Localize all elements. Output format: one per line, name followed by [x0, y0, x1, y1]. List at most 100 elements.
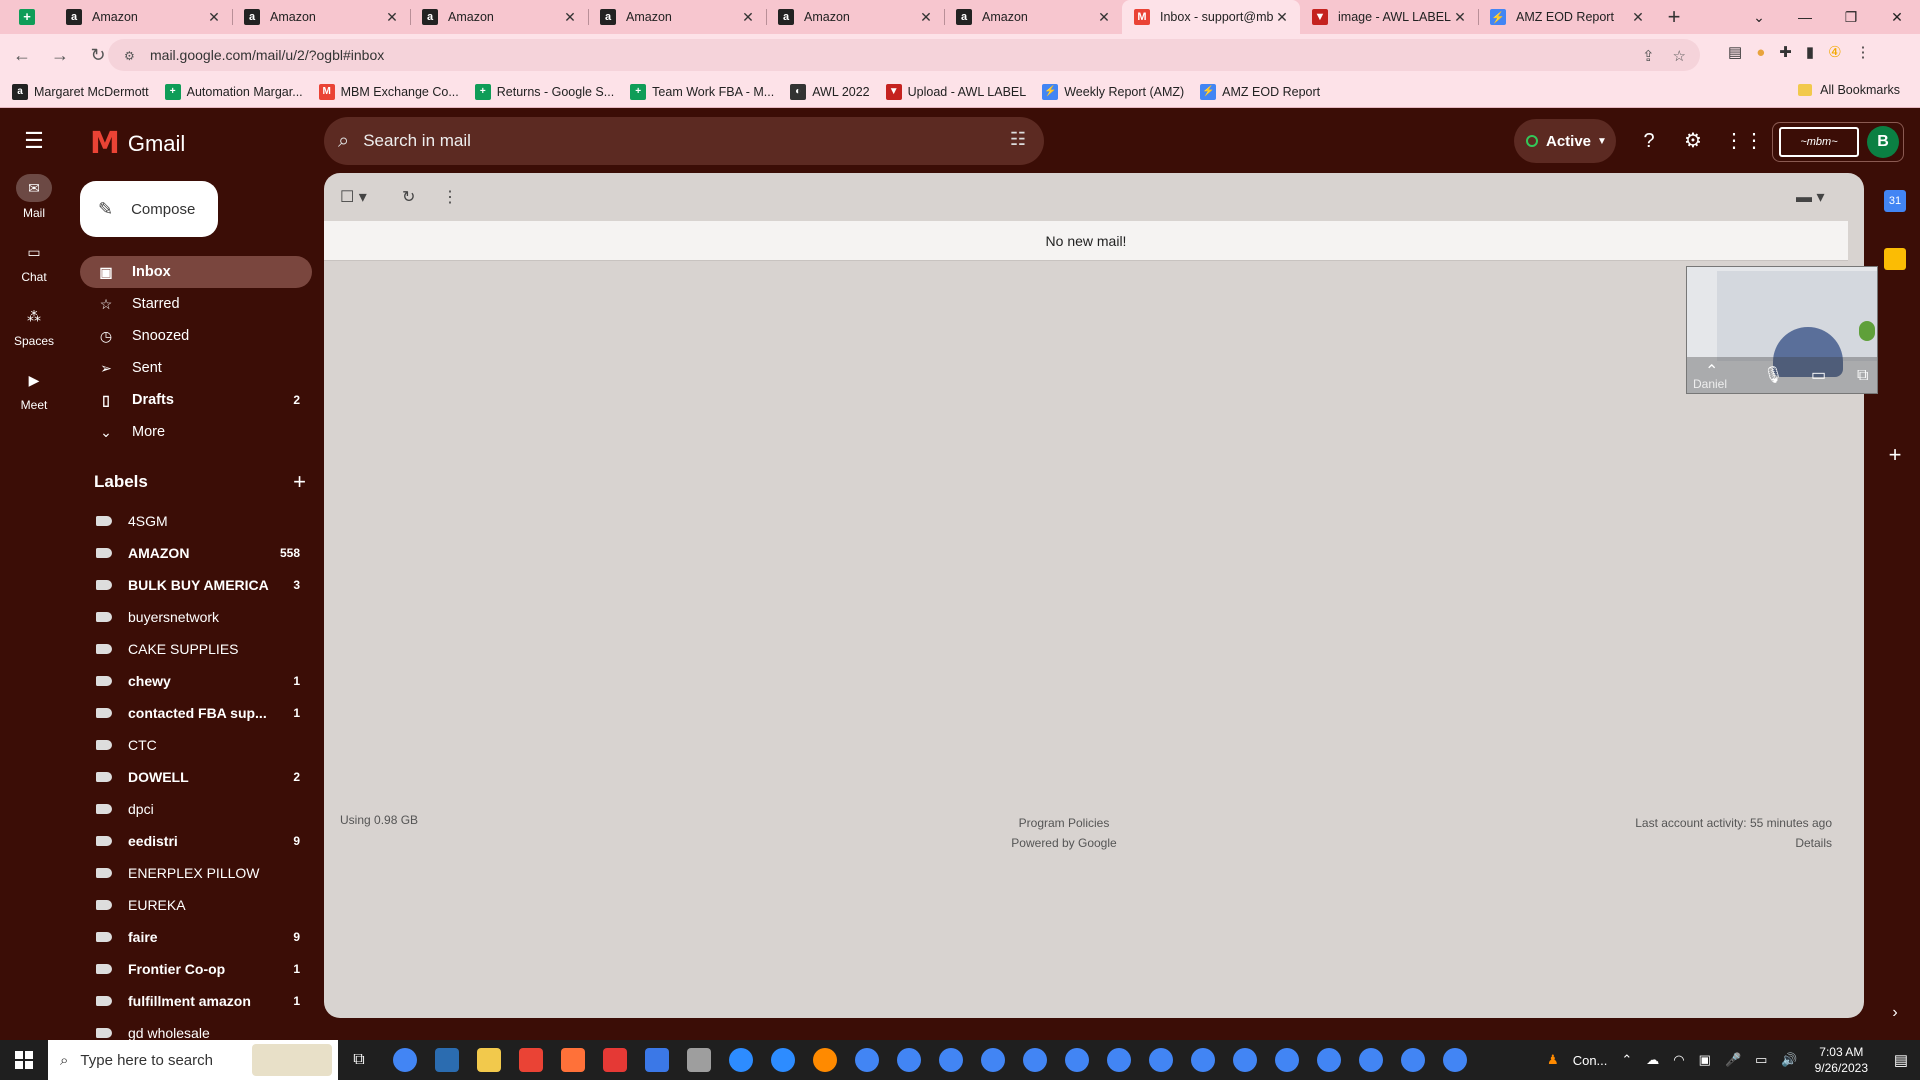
more-actions-icon[interactable]: ⋮ — [442, 187, 458, 207]
camera-off-icon[interactable]: ▭ — [1811, 365, 1826, 385]
bookmark-item[interactable]: ⚡ Weekly Report (AMZ) — [1042, 83, 1184, 100]
select-checkbox[interactable]: ☐ ▾ — [340, 187, 367, 207]
browser-tab[interactable]: a Amazon ✕ — [766, 0, 944, 34]
bookmark-item[interactable]: M MBM Exchange Co... — [318, 83, 459, 100]
taskbar-app-icon[interactable] — [468, 1040, 510, 1080]
taskbar-app-icon[interactable] — [1434, 1040, 1476, 1080]
taskbar-app-icon[interactable] — [1392, 1040, 1434, 1080]
bookmark-star-icon[interactable]: ☆ — [1673, 47, 1686, 65]
network-icon[interactable]: ☁ — [1646, 1052, 1659, 1068]
rail-item-spaces[interactable]: ⁂ Spaces — [0, 302, 68, 349]
compose-button[interactable]: ✎ Compose — [80, 181, 218, 237]
tab-close-icon[interactable]: ✕ — [562, 9, 578, 26]
create-label-icon[interactable]: + — [293, 469, 306, 495]
calendar-icon[interactable]: 31 — [1884, 190, 1906, 212]
share-icon[interactable]: ⇪ — [1642, 47, 1655, 65]
bookmark-item[interactable]: ⚡ AMZ EOD Report — [1200, 83, 1320, 100]
tray-app-label[interactable]: Con... — [1573, 1053, 1608, 1068]
wifi-icon[interactable]: ◠ — [1673, 1052, 1684, 1068]
volume-icon[interactable]: 🔊 — [1781, 1052, 1797, 1068]
taskbar-app-icon[interactable] — [1056, 1040, 1098, 1080]
taskbar-app-icon[interactable] — [594, 1040, 636, 1080]
profile-icon[interactable]: ④ — [1828, 43, 1841, 61]
taskbar-app-icon[interactable] — [678, 1040, 720, 1080]
tab-close-icon[interactable]: ✕ — [1274, 9, 1290, 26]
label-item[interactable]: 4SGM — [80, 505, 312, 537]
main-menu-icon[interactable]: ☰ — [20, 128, 48, 154]
label-item[interactable]: eedistri 9 — [80, 825, 312, 857]
battery-icon[interactable]: ▭ — [1755, 1052, 1767, 1068]
taskbar-app-icon[interactable] — [1140, 1040, 1182, 1080]
restore-button[interactable]: ❐ — [1828, 0, 1874, 34]
close-window-button[interactable]: ✕ — [1874, 0, 1920, 34]
label-item[interactable]: buyersnetwork — [80, 601, 312, 633]
extension-icon[interactable]: ● — [1756, 44, 1765, 61]
refresh-icon[interactable]: ↻ — [402, 187, 415, 207]
bookmark-item[interactable]: a Margaret McDermott — [12, 83, 149, 100]
status-dropdown[interactable]: Active ▼ — [1514, 119, 1616, 163]
tab-close-icon[interactable]: ✕ — [1452, 9, 1468, 26]
label-item[interactable]: Frontier Co-op 1 — [80, 953, 312, 985]
extension-icon[interactable]: ▤ — [1728, 43, 1742, 61]
minimize-button[interactable]: — — [1782, 0, 1828, 34]
notifications-icon[interactable]: ▤ — [1882, 1051, 1920, 1069]
taskbar-app-icon[interactable] — [1350, 1040, 1392, 1080]
start-button[interactable] — [0, 1040, 48, 1080]
microphone-icon[interactable]: 🎤 — [1725, 1052, 1741, 1068]
taskbar-search-input[interactable]: Type here to search — [80, 1052, 213, 1069]
browser-tab[interactable]: a Amazon ✕ — [588, 0, 766, 34]
taskbar-app-icon[interactable] — [384, 1040, 426, 1080]
mic-off-icon[interactable]: 🎙 — [1763, 365, 1783, 385]
bookmark-item[interactable]: ▼ Upload - AWL LABEL — [885, 83, 1026, 100]
bookmark-item[interactable]: + Returns - Google S... — [474, 83, 614, 100]
tab-close-icon[interactable]: ✕ — [918, 9, 934, 26]
label-item[interactable]: BULK BUY AMERICA 3 — [80, 569, 312, 601]
nav-item-inbox[interactable]: ▣ Inbox — [80, 256, 312, 288]
program-policies-link[interactable]: Program Policies — [964, 813, 1164, 833]
taskbar-app-icon[interactable] — [1266, 1040, 1308, 1080]
browser-tab[interactable]: M Inbox - support@mbm ✕ — [1122, 0, 1300, 34]
label-item[interactable]: faire 9 — [80, 921, 312, 953]
search-icon[interactable]: ⌕ — [338, 130, 349, 153]
rail-item-chat[interactable]: ▭ Chat — [0, 238, 68, 285]
task-view-icon[interactable]: ⧉ — [338, 1040, 380, 1080]
clock[interactable]: 7:03 AM 9/26/2023 — [1815, 1044, 1868, 1076]
keep-icon[interactable] — [1884, 248, 1906, 270]
new-tab-button[interactable]: + — [1656, 0, 1692, 34]
search-input[interactable]: Search in mail — [363, 131, 471, 151]
label-item[interactable]: ENERPLEX PILLOW — [80, 857, 312, 889]
taskbar-app-icon[interactable] — [636, 1040, 678, 1080]
popout-icon[interactable]: ⧉ — [1857, 367, 1868, 385]
label-item[interactable]: AMAZON 558 — [80, 537, 312, 569]
nav-item-drafts[interactable]: ▯ Drafts 2 — [80, 384, 312, 416]
tab-close-icon[interactable]: ✕ — [1630, 9, 1646, 26]
taskbar-app-icon[interactable] — [846, 1040, 888, 1080]
sidepanel-icon[interactable]: ▮ — [1806, 43, 1814, 61]
browser-tab[interactable]: ⚡ AMZ EOD Report ✕ — [1478, 0, 1656, 34]
taskbar-search[interactable]: ⌕ Type here to search — [48, 1040, 338, 1080]
details-link[interactable]: Details — [1635, 833, 1832, 853]
taskbar-app-icon[interactable] — [552, 1040, 594, 1080]
taskbar-app-icon[interactable] — [888, 1040, 930, 1080]
chevron-up-icon[interactable]: ⌃ — [1705, 361, 1718, 381]
kebab-menu-icon[interactable]: ⋮ — [1856, 43, 1871, 61]
site-info-icon[interactable]: ⚙ — [124, 49, 136, 63]
nav-item-more[interactable]: ⌄ More — [80, 416, 312, 448]
label-item[interactable]: dpci — [80, 793, 312, 825]
search-options-icon[interactable]: ☷ — [1010, 129, 1026, 150]
taskbar-app-icon[interactable] — [762, 1040, 804, 1080]
nav-item-sent[interactable]: ➢ Sent — [80, 352, 312, 384]
apps-grid-icon[interactable]: ⋮⋮ — [1724, 128, 1764, 154]
all-bookmarks-button[interactable]: All Bookmarks — [1798, 83, 1900, 97]
taskbar-app-icon[interactable] — [426, 1040, 468, 1080]
label-item[interactable]: EUREKA — [80, 889, 312, 921]
sheets-pinned-tab[interactable]: + — [0, 0, 54, 34]
label-item[interactable]: CAKE SUPPLIES — [80, 633, 312, 665]
search-bar[interactable]: ⌕ Search in mail ☷ — [324, 117, 1044, 165]
chevron-right-icon[interactable]: › — [1884, 1002, 1906, 1024]
browser-tab[interactable]: a Amazon ✕ — [54, 0, 232, 34]
taskbar-app-icon[interactable] — [510, 1040, 552, 1080]
bookmark-item[interactable]: + Automation Margar... — [164, 83, 303, 100]
nav-item-snoozed[interactable]: ◷ Snoozed — [80, 320, 312, 352]
rail-item-meet[interactable]: ▶ Meet — [0, 366, 68, 413]
